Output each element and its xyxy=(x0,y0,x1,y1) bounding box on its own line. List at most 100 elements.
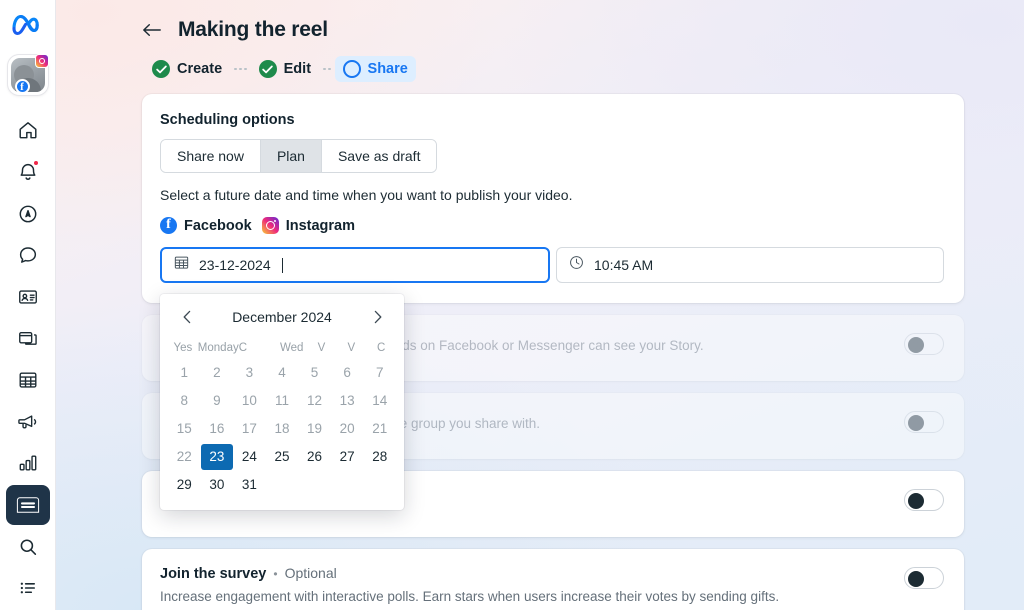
calendar-day-4[interactable]: 4 xyxy=(266,360,299,386)
time-input[interactable]: 10:45 AM xyxy=(556,247,944,283)
left-sidebar: f xyxy=(0,0,56,610)
calendar-day-7[interactable]: 7 xyxy=(363,360,396,386)
date-input[interactable]: 23-12-2024 xyxy=(160,247,550,283)
instagram-badge-icon xyxy=(34,54,49,68)
row-heading: Join the survey • Optional xyxy=(160,565,944,582)
page-header: Making the reel Create Edit Share xyxy=(56,0,1024,82)
calendar-day-18[interactable]: 18 xyxy=(266,416,299,442)
calendar-day-6[interactable]: 6 xyxy=(331,360,364,386)
arrow-left-icon[interactable] xyxy=(142,21,162,39)
calendar-day-21[interactable]: 21 xyxy=(363,416,396,442)
row-separator: • xyxy=(273,567,278,581)
step-create[interactable]: Create xyxy=(144,56,230,82)
check-icon xyxy=(152,60,170,78)
sidebar-item-search[interactable] xyxy=(6,527,50,567)
step-edit-label: Edit xyxy=(283,61,312,77)
meta-logo[interactable] xyxy=(11,12,45,41)
join-the-survey-toggle[interactable] xyxy=(904,567,944,589)
calendar-weekday-3: Wed xyxy=(279,342,304,354)
platform-facebook[interactable]: f Facebook xyxy=(160,217,252,234)
sidebar-item-posts[interactable] xyxy=(6,319,50,359)
calendar-day-26[interactable]: 26 xyxy=(298,444,331,470)
calendar-day-10[interactable]: 10 xyxy=(233,388,266,414)
calendar-day-8[interactable]: 8 xyxy=(168,388,201,414)
platform-facebook-label: Facebook xyxy=(184,217,252,234)
circle-outline-icon xyxy=(342,60,361,78)
calendar-day-17[interactable]: 17 xyxy=(233,416,266,442)
notification-dot xyxy=(32,160,39,167)
calendar-day-31[interactable]: 31 xyxy=(233,472,266,498)
calendar-day-5[interactable]: 5 xyxy=(298,360,331,386)
scheduling-mode-group: Share now Plan Save as draft xyxy=(160,139,438,173)
calendar-icon xyxy=(174,255,189,275)
sidebar-item-planner[interactable] xyxy=(6,360,50,400)
calendar-month-label: December 2024 xyxy=(232,309,332,325)
calendar-day-14[interactable]: 14 xyxy=(363,388,396,414)
group-sharing-toggle[interactable] xyxy=(904,411,944,433)
sidebar-item-menu[interactable] xyxy=(5,485,50,525)
sidebar-item-messages[interactable] xyxy=(6,235,50,275)
calendar-day-29[interactable]: 29 xyxy=(168,472,201,498)
row-description: Increase engagement with interactive pol… xyxy=(160,589,780,604)
share-now-option[interactable]: Share now xyxy=(161,140,261,172)
calendar-day-11[interactable]: 11 xyxy=(266,388,299,414)
calendar-day-13[interactable]: 13 xyxy=(331,388,364,414)
sidebar-item-ads[interactable] xyxy=(6,402,50,442)
story-privacy-toggle[interactable] xyxy=(904,333,944,355)
calendar-day-1[interactable]: 1 xyxy=(168,360,201,386)
calendar-day-25[interactable]: 25 xyxy=(266,444,299,470)
step-indicator: Create Edit Share xyxy=(144,56,1024,82)
calendar-day-16[interactable]: 16 xyxy=(201,416,234,442)
facebook-icon: f xyxy=(160,217,177,234)
datetime-row: 23-12-2024 10:45 AM xyxy=(160,247,944,283)
platform-instagram-label: Instagram xyxy=(285,217,355,234)
calendar-day-19[interactable]: 19 xyxy=(298,416,331,442)
step-create-label: Create xyxy=(177,61,223,77)
instagram-icon xyxy=(261,217,279,234)
calendar-weekday-6: C xyxy=(376,342,386,354)
facebook-badge-icon: f xyxy=(14,78,30,94)
calendar-day-23[interactable]: 23 xyxy=(200,444,234,470)
calendar-day-30[interactable]: 30 xyxy=(201,472,234,498)
sidebar-item-page[interactable] xyxy=(6,277,50,317)
page-title: Making the reel xyxy=(178,18,328,41)
step-connector xyxy=(319,67,335,71)
plan-option[interactable]: Plan xyxy=(260,140,322,172)
scheduling-options-card: Scheduling options Share now Plan Save a… xyxy=(142,94,964,303)
date-input-value: 23-12-2024 xyxy=(199,257,271,273)
calendar-day-24[interactable]: 24 xyxy=(233,444,266,470)
step-share[interactable]: Share xyxy=(334,56,416,82)
platform-instagram[interactable]: Instagram xyxy=(261,217,355,234)
sidebar-item-home[interactable] xyxy=(6,111,50,151)
time-input-value: 10:45 AM xyxy=(594,257,654,273)
platform-list: f Facebook Instagram xyxy=(160,217,944,234)
calendar-day-28[interactable]: 28 xyxy=(363,444,396,470)
calendar-weekday-1: MondayC xyxy=(197,342,248,354)
calendar-day-9[interactable]: 9 xyxy=(201,388,234,414)
sidebar-item-reels[interactable] xyxy=(6,194,50,234)
chevron-right-icon[interactable] xyxy=(366,306,388,328)
calendar-weekday-row: Yes MondayC Wed V V C xyxy=(168,338,396,360)
calendar-day-27[interactable]: 27 xyxy=(331,444,364,470)
step-connector xyxy=(230,67,251,71)
calendar-weekday-5: V xyxy=(347,342,356,354)
step-edit[interactable]: Edit xyxy=(251,56,319,82)
sidebar-item-insights[interactable] xyxy=(6,443,50,483)
join-the-survey-row: Join the survey • Optional Increase enga… xyxy=(142,549,964,610)
add-to-playlist-toggle[interactable] xyxy=(904,489,944,511)
sidebar-item-list[interactable] xyxy=(6,568,50,608)
calendar-day-22[interactable]: 22 xyxy=(168,444,201,470)
calendar-day-3[interactable]: 3 xyxy=(233,360,266,386)
sidebar-item-notifications[interactable] xyxy=(6,152,50,192)
account-avatar[interactable]: f xyxy=(7,54,49,95)
save-as-draft-option[interactable]: Save as draft xyxy=(321,140,437,172)
chevron-left-icon[interactable] xyxy=(176,306,198,328)
date-picker-popup: December 2024 Yes MondayC Wed V V C 123456789… xyxy=(160,294,404,510)
calendar-day-20[interactable]: 20 xyxy=(331,416,364,442)
row-optional-label: Optional xyxy=(284,565,337,581)
text-caret xyxy=(281,257,283,273)
title-row: Making the reel xyxy=(142,18,1024,42)
calendar-day-15[interactable]: 15 xyxy=(168,416,201,442)
calendar-day-2[interactable]: 2 xyxy=(201,360,234,386)
calendar-day-12[interactable]: 12 xyxy=(298,388,331,414)
